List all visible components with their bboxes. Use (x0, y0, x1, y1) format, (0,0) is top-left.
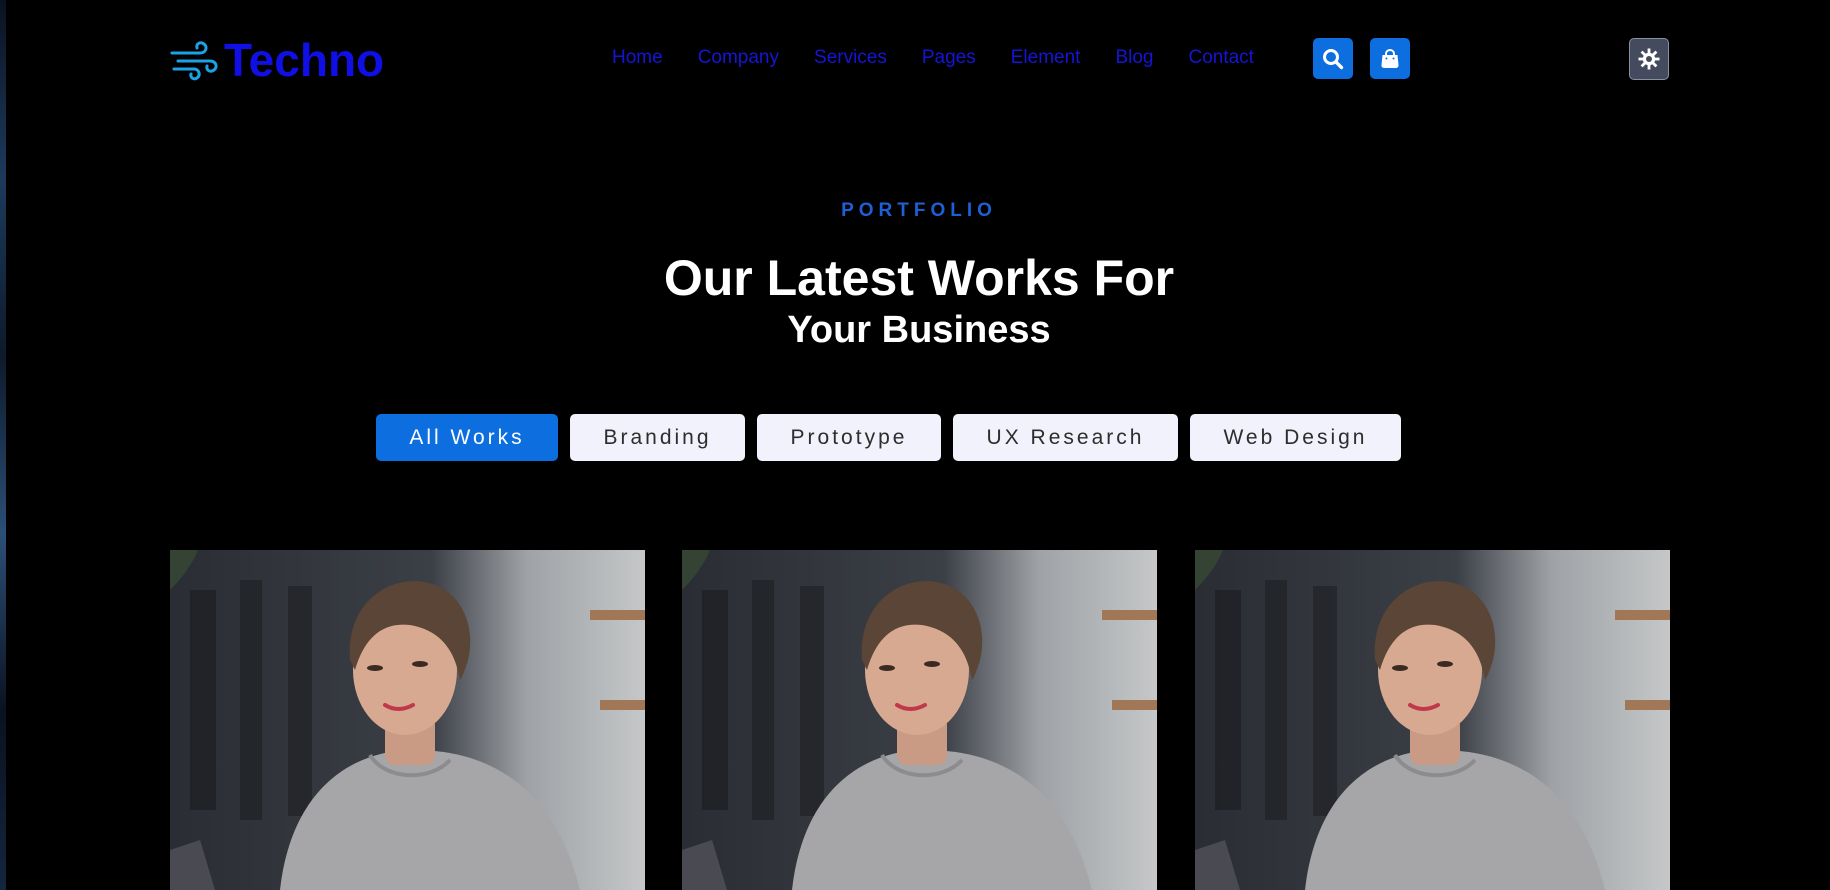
sun-gear-icon (1638, 48, 1660, 70)
theme-toggle-button[interactable] (1629, 38, 1669, 80)
portfolio-page: Techno Home Company Services Pages Eleme… (0, 0, 1830, 890)
filter-ux-research[interactable]: UX Research (953, 414, 1178, 461)
woman-working-on-laptop-photo (682, 550, 1157, 890)
filter-all-works[interactable]: All Works (376, 414, 558, 461)
nav-item-pages[interactable]: Pages (922, 46, 976, 70)
nav-item-services[interactable]: Services (814, 46, 887, 70)
portfolio-card[interactable] (1195, 550, 1670, 890)
section-title-line1: Our Latest Works For (663, 250, 1175, 306)
wind-icon (170, 41, 218, 81)
portfolio-card[interactable] (170, 550, 645, 890)
search-icon (1323, 48, 1344, 69)
portfolio-filters: All Works Branding Prototype UX Research… (376, 414, 1413, 461)
nav-item-blog[interactable]: Blog (1115, 46, 1153, 70)
brand-logo[interactable]: Techno (170, 36, 384, 84)
nav-item-home[interactable]: Home (612, 46, 663, 70)
nav-item-company[interactable]: Company (698, 46, 779, 70)
brand-name: Techno (224, 34, 385, 86)
woman-working-on-laptop-photo (1195, 550, 1670, 890)
main-nav: Home Company Services Pages Element Blog… (612, 46, 1254, 70)
cart-button[interactable] (1370, 38, 1410, 79)
window-edge (0, 0, 6, 890)
nav-item-element[interactable]: Element (1011, 46, 1081, 70)
shopping-bag-icon (1381, 48, 1399, 68)
nav-item-contact[interactable]: Contact (1188, 46, 1253, 70)
section-eyebrow: PORTFOLIO (841, 200, 997, 221)
search-button[interactable] (1313, 38, 1353, 79)
filter-prototype[interactable]: Prototype (757, 414, 941, 461)
woman-working-on-laptop-photo (170, 550, 645, 890)
filter-web-design[interactable]: Web Design (1190, 414, 1401, 461)
filter-branding[interactable]: Branding (570, 414, 745, 461)
section-title-line2: Your Business (787, 309, 1051, 351)
portfolio-card[interactable] (682, 550, 1157, 890)
